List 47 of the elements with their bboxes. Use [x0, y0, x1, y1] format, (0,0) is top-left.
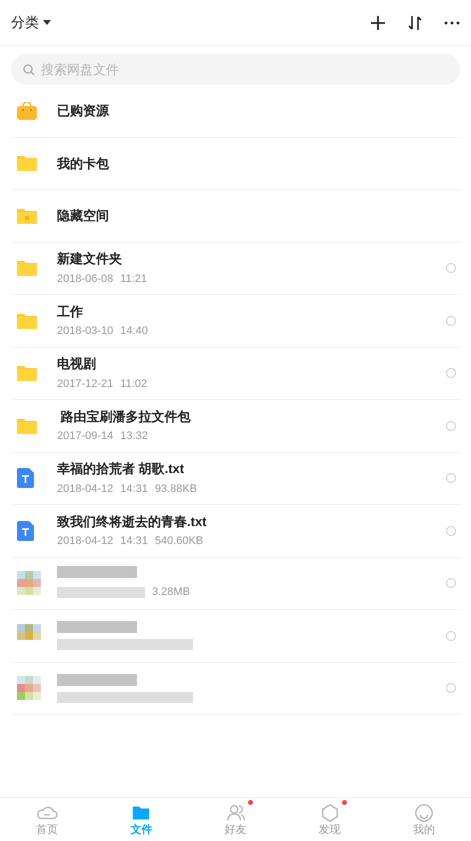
file-date: 2018-04-12 — [57, 534, 114, 550]
more-icon[interactable] — [444, 20, 460, 24]
file-name: 已购资源 — [57, 102, 110, 120]
nav-tab[interactable]: 首页 — [0, 798, 94, 841]
search-icon — [23, 64, 35, 76]
file-time: 14:31 — [120, 482, 148, 497]
file-time: 13:32 — [120, 429, 148, 444]
file-time: 14:31 — [120, 534, 148, 550]
category-dropdown[interactable]: 分类 — [11, 12, 51, 33]
folder-icon — [17, 312, 37, 329]
add-icon[interactable] — [370, 14, 386, 30]
file-name: 路由宝刷潘多拉文件包 — [60, 408, 192, 426]
smile-icon — [412, 802, 435, 822]
nav-tab[interactable]: 文件 — [94, 798, 188, 841]
file-name: 新建文件夹 — [57, 250, 123, 268]
text-file-icon — [17, 468, 34, 488]
file-time: 14:40 — [120, 324, 148, 340]
file-date: 2018-03-10 — [57, 324, 114, 340]
file-date: 2018-06-08 — [57, 272, 114, 287]
file-name: 电视剧 — [57, 355, 97, 374]
caret-icon — [43, 20, 51, 26]
file-name: 幸福的拾荒者 胡歌.txt — [57, 460, 186, 478]
folder-icon — [17, 155, 37, 172]
sort-icon[interactable] — [408, 14, 422, 30]
nav-tab[interactable]: 好友 — [188, 798, 283, 841]
file-name: 工作 — [57, 302, 84, 321]
nav-tab[interactable]: 发现 — [282, 798, 377, 841]
locked-folder-icon — [17, 208, 37, 224]
file-date: 2017-09-14 — [57, 429, 114, 444]
file-name: 隐藏空间 — [57, 207, 110, 225]
file-time: 11:21 — [120, 272, 147, 287]
folder-icon — [17, 365, 37, 382]
folder-icon — [17, 260, 37, 276]
file-size: 93.88KB — [154, 482, 198, 497]
file-date: 2017-12-21 — [57, 376, 114, 392]
file-size: 540.60KB — [154, 534, 204, 550]
search-field[interactable]: 搜索网盘文件 — [11, 54, 460, 85]
file-time: 11:02 — [120, 376, 147, 392]
text-file-icon — [17, 520, 34, 541]
nav-tab[interactable]: 我的 — [376, 798, 471, 841]
bag-icon — [17, 102, 37, 120]
folder-icon — [17, 418, 37, 434]
people-icon — [224, 802, 246, 822]
file-size: 3.28MB — [152, 585, 190, 600]
file-date: 2018-04-12 — [57, 482, 114, 497]
file-name: 致我们终将逝去的青春.txt — [57, 512, 208, 531]
file-name: 我的卡包 — [57, 154, 110, 172]
